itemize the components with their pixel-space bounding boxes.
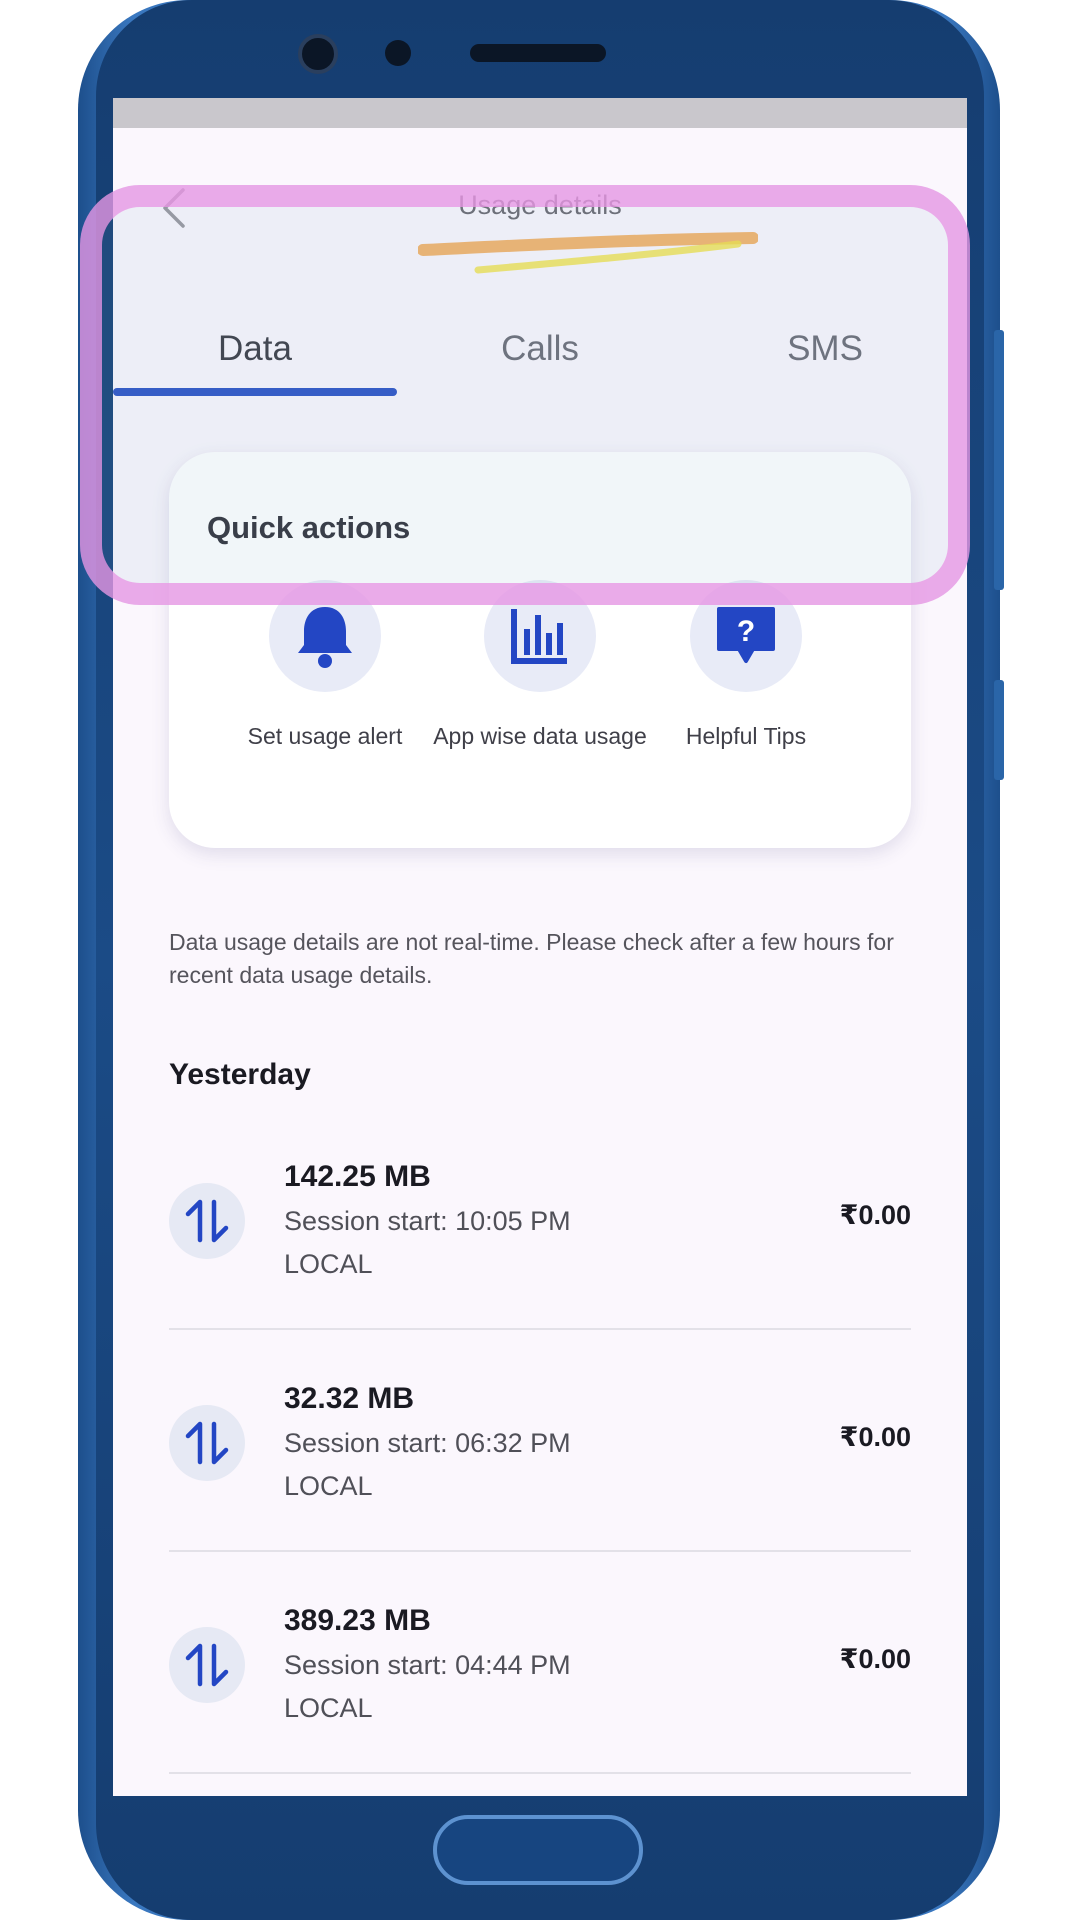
power-button (994, 680, 1004, 780)
data-transfer-icon (169, 1405, 245, 1481)
usage-row[interactable]: 389.23 MB Session start: 04:44 PM LOCAL … (169, 1552, 911, 1774)
app-header: Usage details (113, 128, 967, 274)
status-bar (113, 98, 967, 128)
home-button[interactable] (433, 1815, 643, 1885)
set-usage-alert-button[interactable]: Set usage alert (210, 580, 440, 753)
proximity-sensor (385, 40, 411, 66)
bar-chart-icon (511, 609, 567, 664)
app-wise-data-usage-button[interactable]: App wise data usage (425, 580, 655, 753)
page-title: Usage details (458, 190, 622, 220)
redaction-scribble (418, 232, 758, 274)
quick-actions-title: Quick actions (207, 510, 411, 545)
bar-chart-icon-wrap (484, 580, 596, 692)
row-data-size: 389.23 MB (284, 1604, 431, 1637)
row-session-start: Session start: 06:32 PM (284, 1428, 571, 1458)
row-network-type: LOCAL (284, 1249, 373, 1279)
helpful-tips-button[interactable]: ? Helpful Tips (631, 580, 861, 753)
helpful-tips-label: Helpful Tips (685, 723, 807, 749)
row-amount: ₹0.00 (839, 1422, 911, 1452)
row-amount: ₹0.00 (839, 1200, 911, 1230)
row-amount: ₹0.00 (839, 1644, 911, 1674)
app-screen: Usage details Data Calls SMS Quick actio… (113, 98, 967, 1796)
data-transfer-icon (169, 1627, 245, 1703)
row-data-size: 32.32 MB (284, 1382, 415, 1415)
data-transfer-icon (169, 1183, 245, 1259)
help-bubble-icon: ? (717, 607, 775, 663)
section-title-yesterday: Yesterday (169, 1058, 311, 1091)
data-usage-notice: Data usage details are not real-time. Pl… (169, 929, 894, 988)
set-usage-alert-label: Set usage alert (247, 723, 403, 749)
row-data-size: 142.25 MB (284, 1160, 431, 1193)
svg-text:?: ? (737, 615, 755, 648)
row-network-type: LOCAL (284, 1471, 373, 1501)
volume-button (994, 330, 1004, 590)
front-camera (298, 34, 338, 74)
help-bubble-icon-wrap: ? (690, 580, 802, 692)
bell-icon (298, 607, 352, 668)
row-session-start: Session start: 04:44 PM (284, 1650, 571, 1680)
row-network-type: LOCAL (284, 1693, 373, 1723)
active-tab-indicator (113, 388, 397, 396)
row-divider (169, 1772, 911, 1774)
usage-row[interactable]: 32.32 MB Session start: 06:32 PM LOCAL ₹… (169, 1330, 911, 1552)
row-session-start: Session start: 10:05 PM (284, 1206, 571, 1236)
usage-row[interactable]: 142.25 MB Session start: 10:05 PM LOCAL … (169, 1108, 911, 1330)
tab-calls[interactable]: Calls (398, 294, 682, 404)
tab-sms[interactable]: SMS (683, 294, 967, 404)
quick-actions-card: Quick actions Set usage alert App wise d… (169, 452, 911, 848)
app-wise-data-usage-label: App wise data usage (433, 723, 647, 749)
earpiece-speaker (470, 44, 606, 62)
bell-icon-wrap (269, 580, 381, 692)
